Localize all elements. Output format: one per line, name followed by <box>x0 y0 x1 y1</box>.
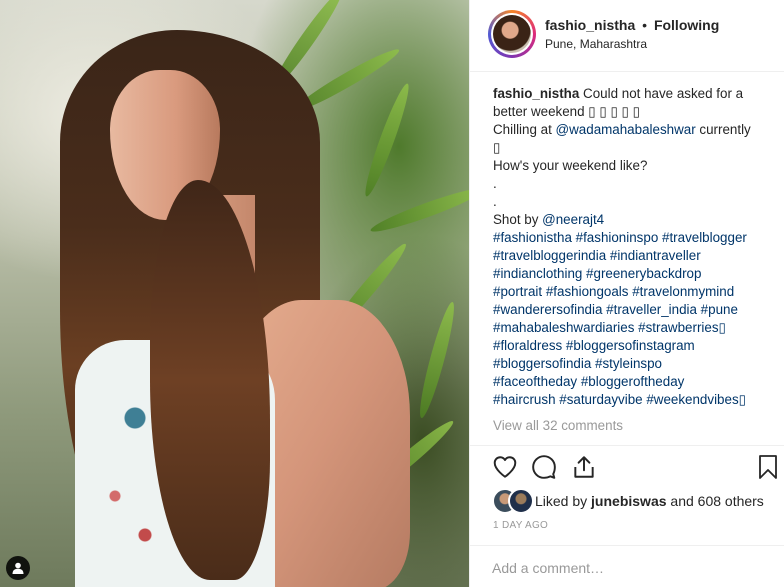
username-link[interactable]: fashio_nistha <box>545 17 635 33</box>
hashtag-line[interactable]: #portrait #fashiongoals #travelonmymind <box>493 283 775 301</box>
post-photo[interactable] <box>0 0 469 587</box>
caption-text: Chilling at <box>493 122 556 137</box>
hashtag-line[interactable]: #floraldress #bloggersofinstagram <box>493 337 775 355</box>
caption-text: currently <box>695 122 751 137</box>
mention-link[interactable]: @wadamahabaleshwar <box>556 122 696 137</box>
likes-suffix[interactable]: and 608 others <box>667 493 763 509</box>
caption-text: How's your weekend like? <box>493 158 648 173</box>
hashtag-line[interactable]: #bloggersofindia #styleinspo <box>493 355 775 373</box>
caption-text: Shot by <box>493 212 543 227</box>
view-all-comments-link[interactable]: View all 32 comments <box>493 418 623 433</box>
heart-icon[interactable] <box>492 454 520 482</box>
user-tag-icon[interactable] <box>6 556 30 580</box>
leaf-decoration <box>414 300 460 420</box>
caption-text: . <box>493 194 497 209</box>
separator-dot: • <box>642 17 648 33</box>
share-icon[interactable] <box>571 454 599 482</box>
following-button[interactable]: Following <box>654 17 719 33</box>
liked-by-user-link[interactable]: junebiswas <box>591 493 666 509</box>
caption-text: ▯ <box>493 140 501 155</box>
caption-text: Could not have asked for a <box>579 86 744 101</box>
comment-bar <box>470 545 784 588</box>
caption-text: better weekend ▯ ▯ ▯ ▯ ▯ <box>493 104 641 119</box>
hashtag-line[interactable]: #mahabaleshwardiaries #strawberries▯ <box>493 319 775 337</box>
caption-username[interactable]: fashio_nistha <box>493 86 579 101</box>
avatar[interactable] <box>488 10 536 58</box>
mention-link[interactable]: @neerajt4 <box>542 212 604 227</box>
hashtag-line[interactable]: #wanderersofindia #traveller_india #pune <box>493 301 775 319</box>
post-header: fashio_nistha • Following Pune, Maharash… <box>470 0 784 72</box>
bookmark-icon[interactable] <box>756 454 784 482</box>
post-timestamp[interactable]: 1 DAY AGO <box>493 520 548 531</box>
hashtag-line[interactable]: #travelbloggerindia #indiantraveller <box>493 247 775 265</box>
leaf-decoration <box>368 182 469 238</box>
location-link[interactable]: Pune, Maharashtra <box>545 37 647 51</box>
caption-text: . <box>493 176 497 191</box>
hashtag-line[interactable]: #fashionistha #fashioninspo #travelblogg… <box>493 229 775 247</box>
post-side-panel: fashio_nistha • Following Pune, Maharash… <box>469 0 784 587</box>
hashtag-line[interactable]: #indianclothing #greenerybackdrop <box>493 265 775 283</box>
avatar <box>508 488 534 514</box>
leaf-decoration <box>359 81 415 199</box>
likes-prefix: Liked by <box>535 493 592 509</box>
hashtag-line[interactable]: #faceoftheday #bloggeroftheday <box>493 373 775 391</box>
header-title: fashio_nistha • Following <box>545 17 719 33</box>
comment-input[interactable] <box>492 560 762 576</box>
likes-count[interactable]: Liked by junebiswas and 608 others <box>535 493 764 509</box>
actions-divider <box>470 445 784 446</box>
post-caption: fashio_nistha Could not have asked for a… <box>493 85 775 409</box>
comment-icon[interactable] <box>531 454 559 482</box>
hashtag-line[interactable]: #haircrush #saturdayvibe #weekendvibes▯ <box>493 391 775 409</box>
